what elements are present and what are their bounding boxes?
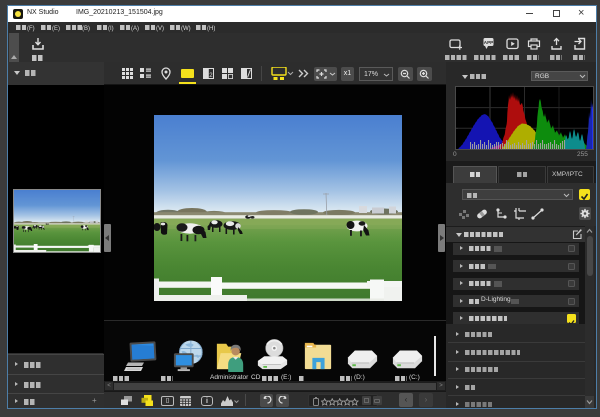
svg-text:APP: APP (484, 40, 493, 45)
